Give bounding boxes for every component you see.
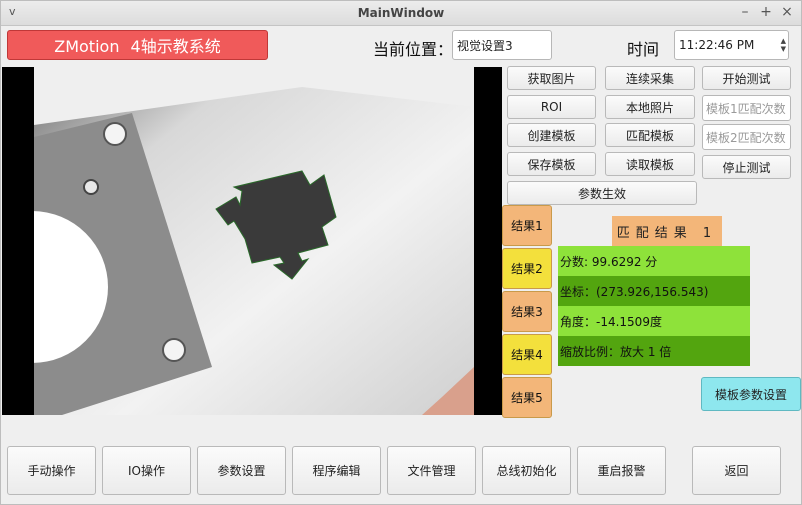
template-params-button[interactable]: 模板参数设置 (701, 377, 801, 411)
time-spinner-icon[interactable]: ▲ ▼ (781, 37, 786, 53)
local-photo-button[interactable]: 本地照片 (605, 95, 695, 119)
param-settings-button[interactable]: 参数设置 (197, 446, 286, 495)
program-edit-button[interactable]: 程序编辑 (292, 446, 381, 495)
result-tab-5[interactable]: 结果5 (502, 377, 552, 418)
result-tab-2[interactable]: 结果2 (502, 248, 552, 289)
stop-test-button[interactable]: 停止测试 (702, 155, 791, 179)
scale-row: 缩放比例：放大 1 倍 (558, 336, 750, 366)
title-bar: v MainWindow – + × (1, 1, 801, 26)
match-template-button[interactable]: 匹配模板 (605, 123, 695, 147)
camera-image (2, 67, 502, 415)
camera-view (2, 67, 502, 415)
file-management-button[interactable]: 文件管理 (387, 446, 476, 495)
result-tab-4[interactable]: 结果4 (502, 334, 552, 375)
manual-operation-button[interactable]: 手动操作 (7, 446, 96, 495)
maximize-icon[interactable]: + (758, 4, 774, 20)
match-result-header: 匹配结果 1 (612, 216, 722, 246)
template2-match-count-input[interactable]: 模板2匹配次数 (702, 124, 791, 150)
coordinate-row: 坐标：(273.926,156.543) (558, 276, 750, 306)
minimize-icon[interactable]: – (737, 4, 753, 20)
save-template-button[interactable]: 保存模板 (507, 152, 596, 176)
start-test-button[interactable]: 开始测试 (702, 66, 791, 90)
time-field[interactable]: 11:22:46 PM ▲ ▼ (674, 30, 789, 60)
angle-row: 角度：-14.1509度 (558, 306, 750, 336)
app-title-banner: ZMotion 4轴示教系统 (7, 30, 268, 60)
restart-alarm-button[interactable]: 重启报警 (577, 446, 666, 495)
position-field[interactable]: 视觉设置3 (452, 30, 552, 60)
get-image-button[interactable]: 获取图片 (507, 66, 596, 90)
io-operation-button[interactable]: IO操作 (102, 446, 191, 495)
apply-params-button[interactable]: 参数生效 (507, 181, 697, 205)
roi-button[interactable]: ROI (507, 95, 596, 119)
result-tab-1[interactable]: 结果1 (502, 205, 552, 246)
window-title: MainWindow (357, 6, 445, 20)
template1-match-count-input[interactable]: 模板1匹配次数 (702, 95, 791, 121)
time-value: 11:22:46 PM (679, 38, 755, 52)
create-template-button[interactable]: 创建模板 (507, 123, 596, 147)
close-icon[interactable]: × (779, 4, 795, 20)
time-label: 时间 (627, 40, 660, 59)
back-button[interactable]: 返回 (692, 446, 781, 495)
continuous-capture-button[interactable]: 连续采集 (605, 66, 695, 90)
result-tab-3[interactable]: 结果3 (502, 291, 552, 332)
read-template-button[interactable]: 读取模板 (605, 152, 695, 176)
main-window: v MainWindow – + × ZMotion 4轴示教系统 当前位置： … (0, 0, 802, 505)
position-label: 当前位置： (373, 40, 454, 59)
bus-init-button[interactable]: 总线初始化 (482, 446, 571, 495)
score-row: 分数: 99.6292 分 (558, 246, 750, 276)
